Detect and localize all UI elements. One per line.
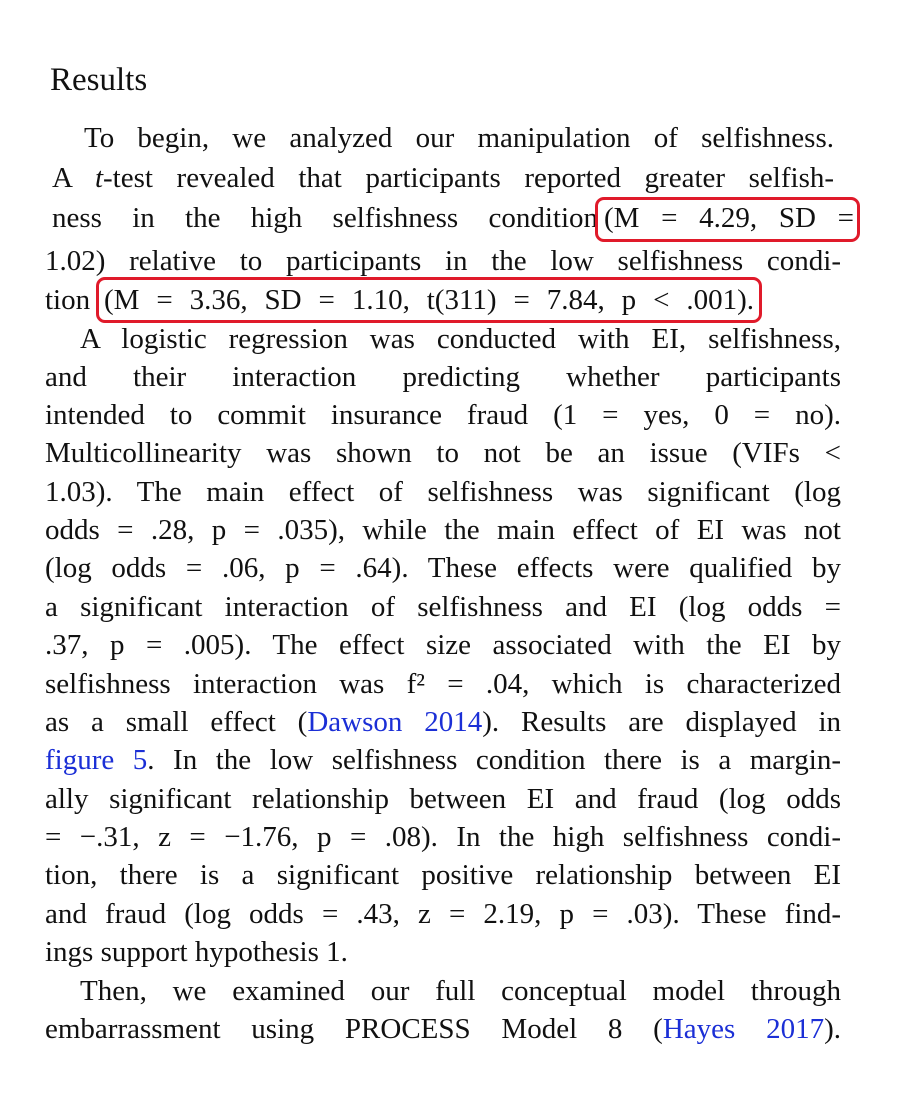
text-line: Multicollinearity was shown to not be an… bbox=[45, 437, 841, 469]
text-line: and their interaction predicting whether… bbox=[45, 361, 841, 393]
text-line: = −.31, z = −1.76, p = .08). In the high… bbox=[45, 821, 841, 853]
text-line: figure 5. In the low selfishness conditi… bbox=[45, 744, 842, 776]
highlight-box bbox=[595, 197, 860, 242]
text-line: Then, we examined our full conceptual mo… bbox=[80, 975, 841, 1007]
text-line: (log odds = .06, p = .64). These effects… bbox=[45, 552, 841, 584]
text-line: To begin, we analyzed our manipulation o… bbox=[84, 122, 834, 154]
text-line: selfishness interaction was f² = .04, wh… bbox=[45, 668, 841, 700]
text-line: 1.03). The main effect of selfishness wa… bbox=[45, 476, 841, 508]
text-line: A logistic regression was conducted with… bbox=[80, 323, 841, 355]
figure-5-link[interactable]: figure 5 bbox=[45, 744, 147, 776]
text-line: .37, p = .005). The effect size associat… bbox=[45, 629, 841, 661]
text-line: tion, there is a significant positive re… bbox=[45, 859, 841, 891]
text-line: as a small effect (Dawson 2014). Results… bbox=[45, 706, 841, 738]
highlight-box bbox=[96, 277, 762, 323]
text-line: embarrassment using PROCESS Model 8 (Hay… bbox=[45, 1013, 841, 1045]
text-line: a significant interaction of selfishness… bbox=[45, 591, 841, 623]
text-line: and fraud (log odds = .43, z = 2.19, p =… bbox=[45, 898, 841, 930]
text-line: intended to commit insurance fraud (1 = … bbox=[45, 399, 841, 431]
citation-link-dawson-2014[interactable]: Dawson 2014 bbox=[307, 706, 482, 738]
text-line: odds = .28, p = .035), while the main ef… bbox=[45, 514, 841, 546]
section-title: Results bbox=[50, 62, 148, 98]
text-line: ings support hypothesis 1. bbox=[45, 936, 348, 968]
text-line: ness in the high selfishness condition bbox=[52, 202, 598, 234]
text-line: 1.02) relative to participants in the lo… bbox=[45, 245, 841, 277]
citation-link-hayes-2017[interactable]: Hayes 2017 bbox=[663, 1013, 824, 1045]
text-line: A t-test revealed that participants repo… bbox=[52, 162, 835, 194]
text-line: ally significant relationship between EI… bbox=[45, 783, 841, 815]
